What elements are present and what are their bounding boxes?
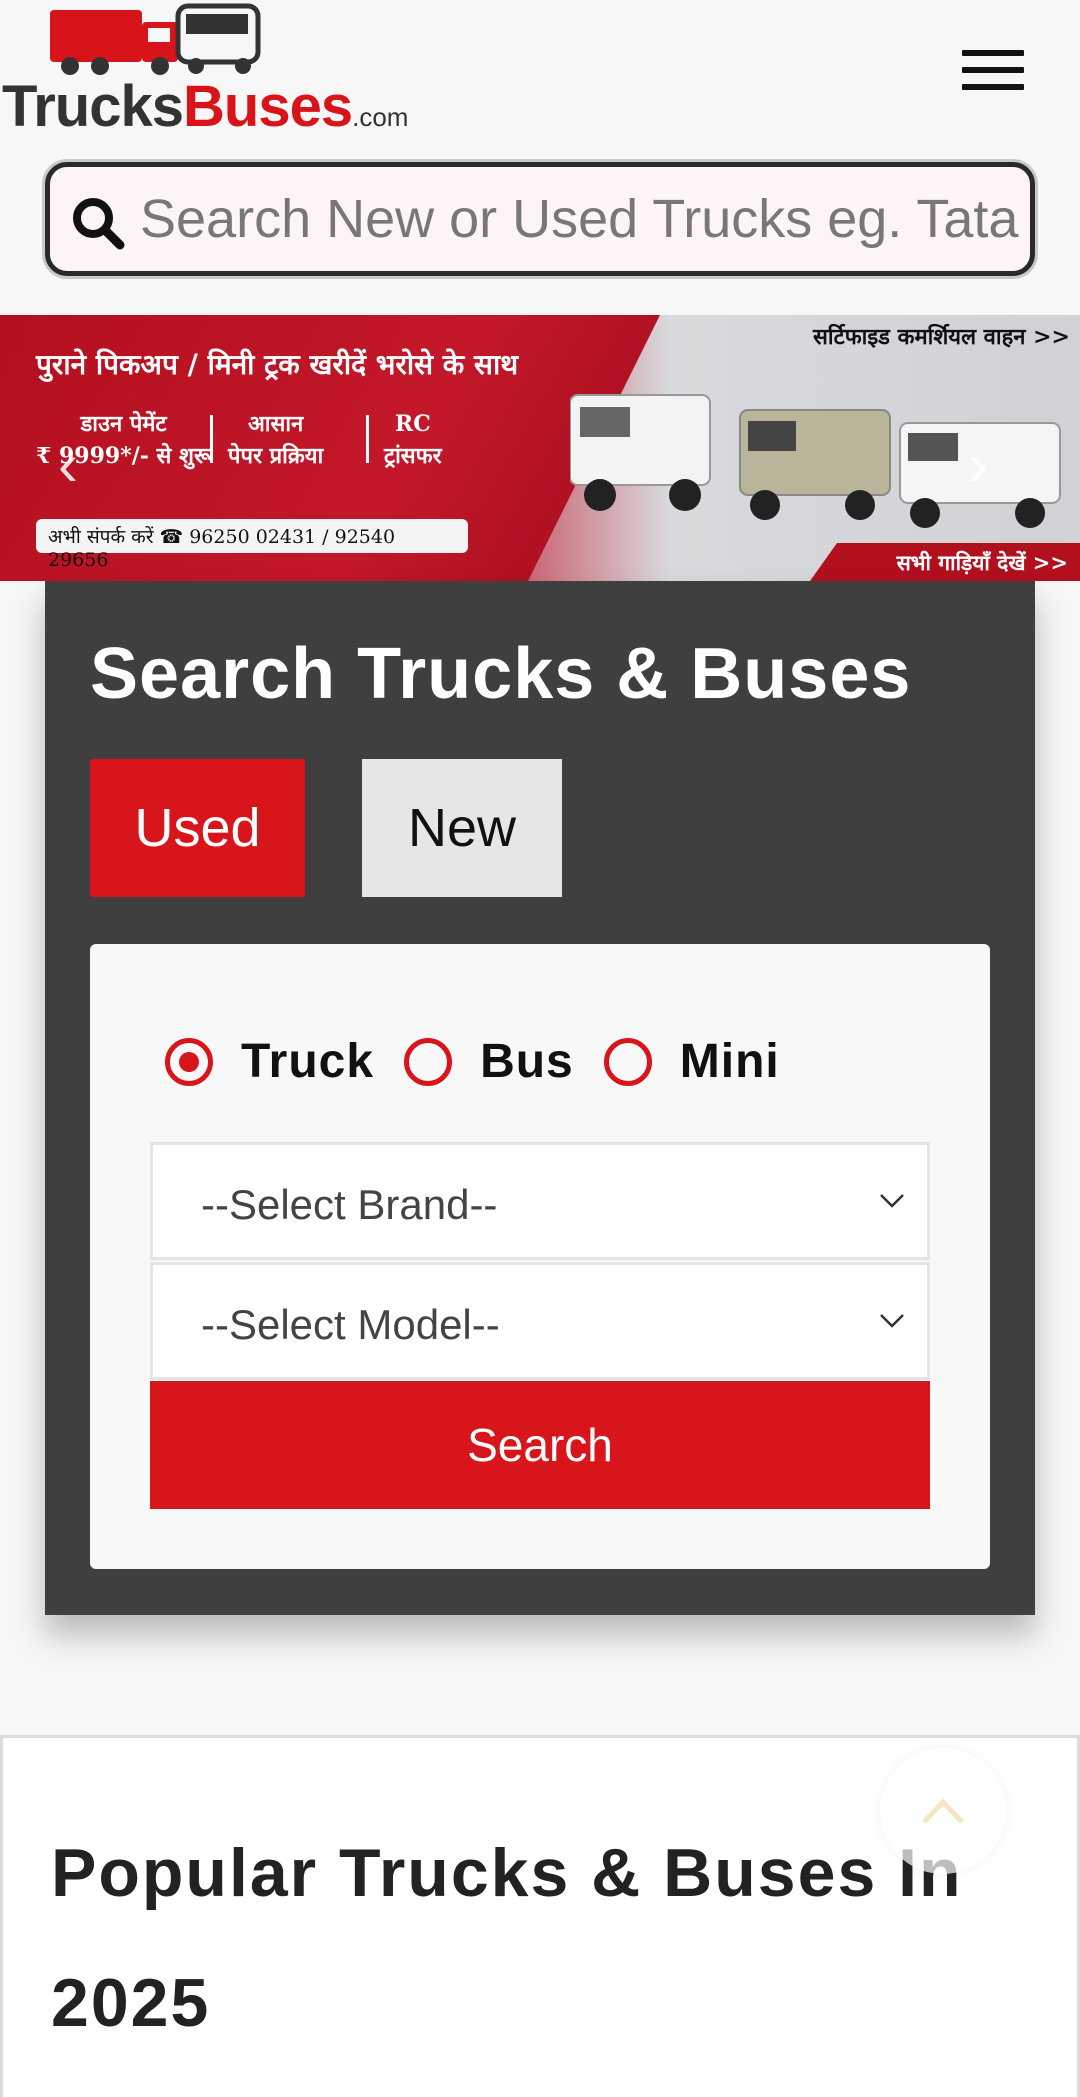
- search-panel-title: Search Trucks & Buses: [90, 634, 912, 714]
- radio-selected-icon: [165, 1037, 213, 1086]
- radio-unselected-icon: [404, 1037, 453, 1086]
- scroll-to-top-button[interactable]: [880, 1748, 1006, 1874]
- truck-bus-logo-icon: [50, 3, 261, 75]
- radio-unselected-icon: [603, 1037, 652, 1086]
- vehicle-type-radio-group: Truck Bus Mini: [165, 1034, 810, 1089]
- model-select[interactable]: --Select Model--: [150, 1262, 930, 1380]
- carousel-next-icon[interactable]: ›: [968, 435, 988, 495]
- popular-section-title: Popular Trucks & Buses In 2025: [51, 1835, 963, 2041]
- search-input[interactable]: [140, 179, 1020, 259]
- header: TrucksBuses.com: [0, 0, 1080, 150]
- hamburger-icon[interactable]: [962, 50, 1024, 94]
- search-panel: Search Trucks & Buses Used New Truck Bus…: [45, 581, 1035, 1615]
- carousel-prev-icon[interactable]: ‹: [58, 435, 78, 495]
- site-logo[interactable]: TrucksBuses.com: [0, 0, 408, 140]
- tab-used[interactable]: Used: [90, 759, 305, 897]
- radio-mini[interactable]: Mini: [603, 1034, 780, 1089]
- search-button[interactable]: Search: [150, 1381, 930, 1509]
- radio-truck[interactable]: Truck: [165, 1034, 374, 1089]
- tab-new[interactable]: New: [362, 759, 562, 897]
- search-icon[interactable]: [70, 195, 126, 251]
- chevron-down-icon: [880, 1194, 904, 1208]
- banner-tag: सर्टिफाइड कमर्शियल वाहन >>: [813, 324, 1070, 350]
- promo-banner[interactable]: पुराने पिकअप / मिनी ट्रक खरीदें भरोसे के…: [0, 315, 1080, 581]
- banner-heading: पुराने पिकअप / मिनी ट्रक खरीदें भरोसे के…: [36, 348, 519, 381]
- vehicles-image: [570, 394, 1061, 528]
- banner-feature-paperwork: आसान पेपर प्रक्रिया: [228, 411, 324, 469]
- radio-bus[interactable]: Bus: [404, 1034, 574, 1089]
- view-all-vehicles-link[interactable]: सभी गाड़ियाँ देखें >>: [810, 543, 1080, 581]
- brand-select[interactable]: --Select Brand--: [150, 1142, 930, 1260]
- banner-phone: अभी संपर्क करें ☎ 96250 02431 / 92540 29…: [36, 519, 468, 571]
- search-bar: [45, 162, 1035, 276]
- logo-wordmark: TrucksBuses.com: [2, 74, 409, 139]
- chevron-down-icon: [880, 1314, 904, 1328]
- chevron-up-icon: [922, 1798, 964, 1824]
- search-form: Truck Bus Mini --Select Brand-- --Select…: [90, 944, 990, 1569]
- banner-feature-rc: RC ट्रांसफर: [384, 411, 442, 469]
